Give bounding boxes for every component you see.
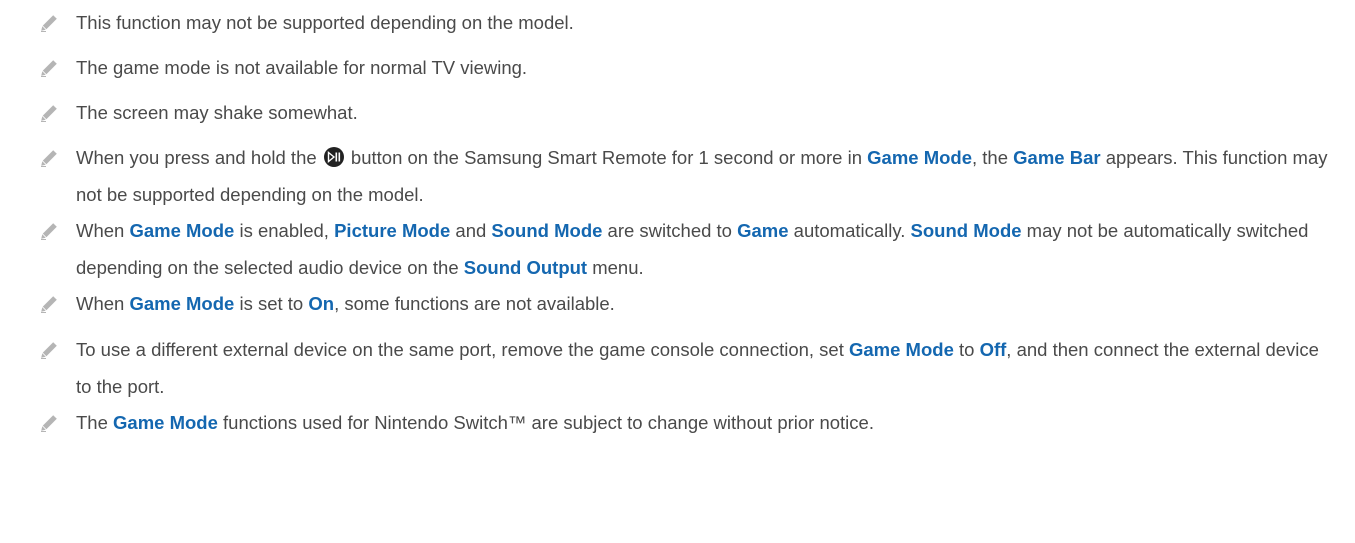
note-text-segment: to — [953, 339, 980, 360]
menu-term: Game — [737, 220, 789, 241]
note-text-segment: , the — [972, 147, 1014, 168]
menu-term: Game Bar — [1013, 147, 1101, 168]
note-text-segment: The game mode is not available for norma… — [76, 57, 528, 78]
note-item: When you press and hold the button on th… — [40, 145, 1335, 213]
menu-term: Sound Mode — [910, 220, 1022, 241]
pencil-icon — [41, 296, 57, 313]
menu-term: Game Mode — [867, 147, 973, 168]
note-text-segment: button on the Samsung Smart Remote for 1… — [345, 147, 868, 168]
note-text-segment: automatically. — [788, 220, 911, 241]
note-text: The screen may shake somewhat. — [76, 94, 358, 131]
note-text: The Game Mode functions used for Nintend… — [76, 404, 874, 441]
note-text-segment: To use a different external device on th… — [76, 339, 849, 360]
menu-term: Sound Mode — [491, 220, 603, 241]
note-text-segment: and — [450, 220, 492, 241]
note-text-segment: is set to — [234, 293, 309, 314]
note-text-segment: When you press and hold the — [76, 147, 322, 168]
note-text: When you press and hold the button on th… — [76, 139, 1335, 213]
pencil-icon — [41, 15, 57, 32]
menu-term: Sound Output — [463, 257, 588, 278]
note-text-segment: When — [76, 220, 130, 241]
note-text-segment: When — [76, 293, 130, 314]
pencil-icon — [41, 60, 57, 77]
note-text-segment: The screen may shake somewhat. — [76, 102, 358, 123]
pencil-icon — [41, 415, 57, 432]
note-text-segment: , some functions are not available. — [334, 293, 615, 314]
note-text: When Game Mode is enabled, Picture Mode … — [76, 212, 1335, 286]
note-item: The screen may shake somewhat. — [40, 100, 1335, 131]
menu-term: Game Mode — [129, 293, 235, 314]
note-text: To use a different external device on th… — [76, 331, 1335, 405]
note-item: When Game Mode is set to On, some functi… — [40, 291, 1335, 322]
note-text-segment: This function may not be supported depen… — [76, 12, 574, 33]
pencil-icon — [41, 105, 57, 122]
note-item: The Game Mode functions used for Nintend… — [40, 410, 1335, 441]
note-text-segment: are switched to — [602, 220, 738, 241]
note-text-segment: functions used for Nintendo Switch™ are … — [217, 412, 874, 433]
menu-term: Picture Mode — [334, 220, 451, 241]
note-item: This function may not be supported depen… — [40, 10, 1335, 41]
note-item: When Game Mode is enabled, Picture Mode … — [40, 218, 1335, 286]
note-text-segment: The — [76, 412, 114, 433]
note-item: To use a different external device on th… — [40, 337, 1335, 405]
play-pause-button-icon — [323, 147, 344, 167]
menu-term: Game Mode — [113, 412, 218, 433]
note-item: The game mode is not available for norma… — [40, 55, 1335, 86]
pencil-icon — [41, 150, 57, 167]
note-text: The game mode is not available for norma… — [76, 49, 527, 86]
note-text-segment: is enabled, — [234, 220, 335, 241]
pencil-icon — [41, 342, 57, 359]
menu-term: Game Mode — [849, 339, 954, 360]
menu-term: Off — [979, 339, 1007, 360]
note-text-segment: menu. — [587, 257, 644, 278]
pencil-icon — [41, 223, 57, 240]
menu-term: Game Mode — [129, 220, 235, 241]
menu-term: On — [308, 293, 335, 314]
notes-list: This function may not be supported depen… — [0, 0, 1355, 543]
note-text: This function may not be supported depen… — [76, 4, 574, 41]
note-text: When Game Mode is set to On, some functi… — [76, 285, 615, 322]
